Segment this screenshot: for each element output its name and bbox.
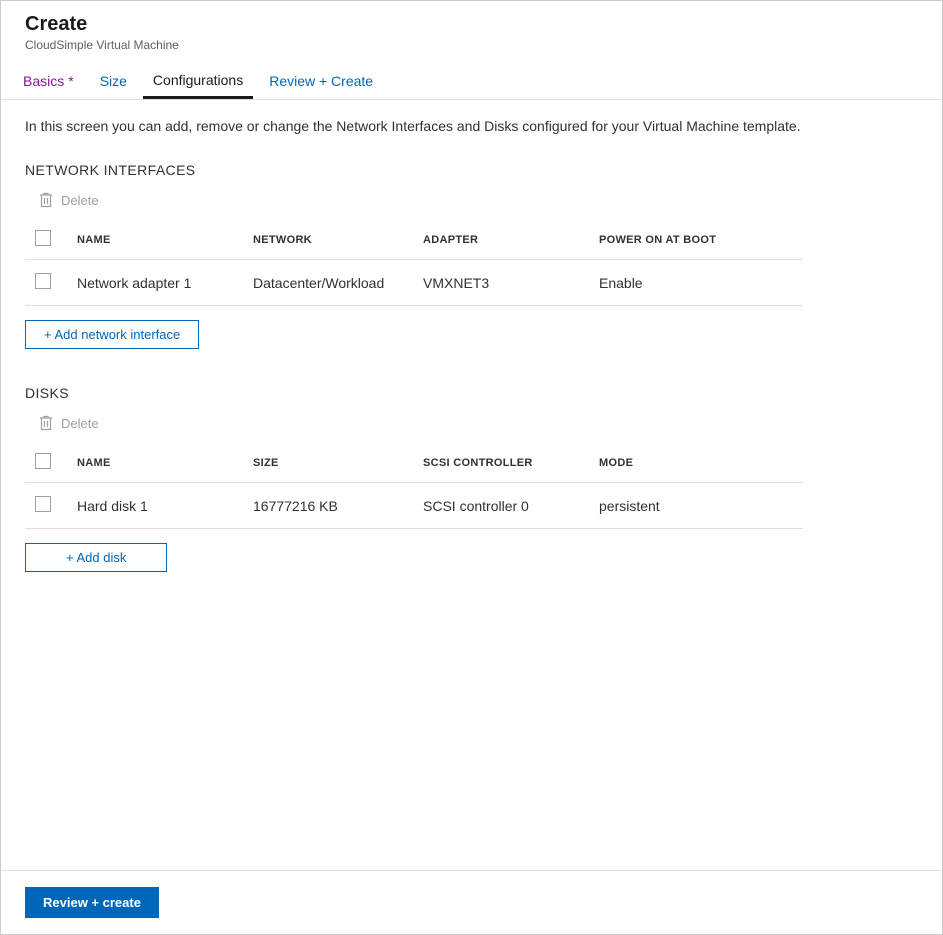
- page-title: Create: [25, 13, 918, 36]
- required-asterisk-icon: *: [68, 73, 73, 89]
- review-create-button[interactable]: Review + create: [25, 887, 159, 918]
- tab-basics[interactable]: Basics*: [13, 62, 84, 99]
- network-col-network: NETWORK: [245, 220, 415, 260]
- disks-title: DISKS: [25, 385, 918, 401]
- tab-basics-label: Basics: [23, 73, 64, 89]
- tab-review-create[interactable]: Review + Create: [259, 62, 383, 99]
- add-network-interface-button[interactable]: + Add network interface: [25, 320, 199, 349]
- trash-icon: [39, 192, 53, 208]
- disks-delete-button[interactable]: Delete: [25, 415, 918, 431]
- disks-table: NAME SIZE SCSI CONTROLLER MODE Hard disk…: [25, 443, 803, 529]
- network-row-power: Enable: [591, 260, 803, 306]
- disks-checkbox-all[interactable]: [35, 453, 51, 469]
- page-subtitle: CloudSimple Virtual Machine: [25, 38, 918, 52]
- disks-delete-label: Delete: [61, 416, 99, 431]
- tab-configurations[interactable]: Configurations: [143, 62, 253, 99]
- network-col-power: POWER ON AT BOOT: [591, 220, 803, 260]
- intro-text: In this screen you can add, remove or ch…: [25, 118, 918, 134]
- network-row-network: Datacenter/Workload: [245, 260, 415, 306]
- network-delete-button[interactable]: Delete: [25, 192, 918, 208]
- disks-row-scsi: SCSI controller 0: [415, 483, 591, 529]
- network-row-checkbox[interactable]: [35, 273, 51, 289]
- trash-icon: [39, 415, 53, 431]
- disks-row-name: Hard disk 1: [69, 483, 245, 529]
- network-col-name: NAME: [69, 220, 245, 260]
- content-area: In this screen you can add, remove or ch…: [1, 100, 942, 870]
- disks-row-checkbox[interactable]: [35, 496, 51, 512]
- network-row-adapter: VMXNET3: [415, 260, 591, 306]
- disks-col-name: NAME: [69, 443, 245, 483]
- network-checkbox-all[interactable]: [35, 230, 51, 246]
- add-disk-button[interactable]: + Add disk: [25, 543, 167, 572]
- table-row[interactable]: Network adapter 1 Datacenter/Workload VM…: [25, 260, 803, 306]
- network-interfaces-title: NETWORK INTERFACES: [25, 162, 918, 178]
- network-delete-label: Delete: [61, 193, 99, 208]
- page-header: Create CloudSimple Virtual Machine: [1, 1, 942, 62]
- disks-col-scsi: SCSI CONTROLLER: [415, 443, 591, 483]
- tab-bar: Basics* Size Configurations Review + Cre…: [1, 62, 942, 100]
- disks-col-size: SIZE: [245, 443, 415, 483]
- disks-row-mode: persistent: [591, 483, 803, 529]
- disks-col-mode: MODE: [591, 443, 803, 483]
- network-col-adapter: ADAPTER: [415, 220, 591, 260]
- table-row[interactable]: Hard disk 1 16777216 KB SCSI controller …: [25, 483, 803, 529]
- network-row-name: Network adapter 1: [69, 260, 245, 306]
- footer-bar: Review + create: [1, 870, 942, 934]
- network-interfaces-table: NAME NETWORK ADAPTER POWER ON AT BOOT Ne…: [25, 220, 803, 306]
- disks-row-size: 16777216 KB: [245, 483, 415, 529]
- tab-size[interactable]: Size: [90, 62, 137, 99]
